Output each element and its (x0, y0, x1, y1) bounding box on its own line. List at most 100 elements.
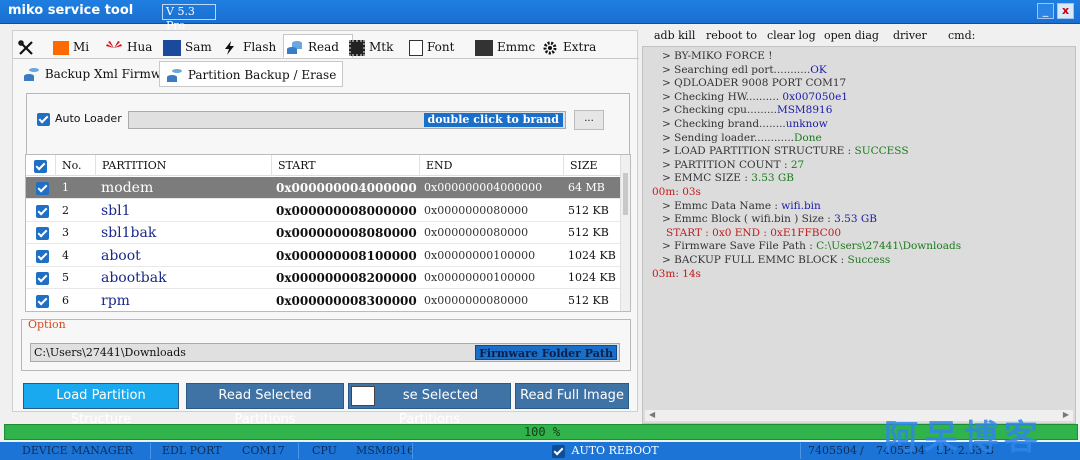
log-text: > PARTITION COUNT : (662, 158, 791, 171)
menu-reboot-to[interactable]: reboot to (706, 29, 757, 42)
edl-port-label: EDL PORT (162, 444, 222, 457)
partition-size: 512 KB (568, 293, 609, 307)
row-checkbox[interactable] (32, 177, 49, 199)
checkbox-icon (37, 112, 50, 126)
checkbox-icon (36, 182, 49, 195)
tab-label: Font (427, 40, 455, 54)
table-scrollbar[interactable] (620, 155, 630, 311)
skull-icon (351, 386, 375, 406)
table-header: No. PARTITION START END SIZE (26, 155, 622, 176)
table-row[interactable]: 1 modem 0x000000004000000 0x000000004000000… (26, 177, 622, 199)
log-line: > Checking HW.......... 0x007050e1 (662, 91, 848, 103)
select-all-checkbox[interactable] (26, 155, 56, 176)
device-manager-link[interactable]: DEVICE MANAGER (22, 444, 133, 457)
log-text: > QDLOADER 9008 PORT COM17 (662, 77, 847, 90)
scroll-left-icon[interactable]: ◀ (649, 410, 655, 419)
scroll-thumb[interactable] (623, 173, 628, 215)
log-line: > LOAD PARTITION STRUCTURE : SUCCESS (662, 145, 909, 157)
log-value: START : 0x0 END : 0xE1FFBC00 (666, 226, 842, 239)
log-line: > Searching edl port...........OK (662, 64, 827, 76)
option-label: Option (28, 318, 66, 331)
partition-size: 512 KB (568, 226, 609, 239)
brand-hint: double click to brand (423, 113, 563, 127)
folder-path-hint: Firmware Folder Path (475, 345, 617, 360)
partition-start: 0x000000008300000 (276, 293, 417, 308)
column-header[interactable]: No. (56, 155, 96, 176)
partition-number: 1 (62, 181, 69, 194)
tab-hua[interactable]: Hua (105, 35, 152, 59)
row-checkbox[interactable] (32, 245, 49, 267)
menu-clear-log[interactable]: clear log (767, 29, 816, 42)
cpu-value: MSM8916 (356, 444, 415, 457)
minimize-button[interactable]: _ (1037, 3, 1054, 19)
loader-group: Auto Loader double click to brand ... (26, 93, 630, 156)
tab-extra[interactable]: Extra (541, 35, 596, 59)
tab-label: Mtk (369, 40, 394, 54)
main-tabs: Mi Hua Sam Flash Read Mtk Font Emmc Extr… (13, 31, 639, 59)
column-header[interactable]: PARTITION (96, 155, 272, 176)
tab-tools[interactable] (17, 35, 39, 59)
log-line: 00m: 03s (652, 186, 701, 198)
log-console[interactable]: ◀ ▶ > BY-MIKO FORCE ! > Searching edl por… (642, 46, 1076, 424)
partition-name: sbl1 (101, 202, 131, 219)
partition-end: 0x0000000080000 (424, 203, 529, 217)
checkbox-icon (36, 249, 49, 263)
table-row[interactable]: 2 sbl1 0x000000008000000 0x0000000080000 512… (26, 200, 622, 222)
erase-selected-partitions-button[interactable]: se Selected Partitions (348, 383, 511, 427)
menu-cmd[interactable]: cmd: (948, 29, 975, 42)
log-value: OK (810, 63, 827, 76)
log-text: > Checking HW.......... (662, 90, 783, 103)
partition-number: 2 (62, 203, 69, 217)
browse-loader-button[interactable]: ... (574, 110, 604, 130)
partition-number: 3 (62, 226, 69, 239)
checkbox-icon (552, 444, 565, 458)
row-checkbox[interactable] (32, 267, 49, 289)
row-checkbox[interactable] (32, 222, 49, 244)
tools-icon (18, 39, 33, 55)
table-row[interactable]: 4 aboot 0x000000008100000 0x00000000100000 1… (26, 245, 622, 267)
loader-path-input[interactable]: double click to brand (128, 111, 566, 129)
read-selected-partitions-button[interactable]: Read Selected Partitions (186, 383, 344, 427)
tab-mtk[interactable]: Mtk (349, 35, 393, 59)
tab-sam[interactable]: Sam (163, 35, 212, 59)
log-text: > Searching edl port........... (662, 63, 811, 76)
auto-reboot-checkbox[interactable]: AUTO REBOOT (552, 444, 659, 458)
column-header[interactable]: SIZE (564, 155, 622, 176)
table-row[interactable]: 6 rpm 0x000000008300000 0x0000000080000 512 … (26, 290, 622, 312)
row-checkbox[interactable] (32, 290, 49, 312)
menu-adb-kill[interactable]: adb kill (654, 29, 695, 42)
log-value: 27 (790, 158, 805, 171)
log-line: > Emmc Data Name : wifi.bin (662, 200, 821, 212)
tab-emmc[interactable]: Emmc (475, 35, 535, 59)
partition-start: 0x000000008000000 (276, 203, 417, 218)
samsung-logo-icon (163, 39, 181, 56)
lightning-icon (225, 40, 234, 55)
menu-open-diag[interactable]: open diag (824, 29, 879, 42)
folder-path-input[interactable]: C:\Users\27441\Downloads Firmware Folder… (30, 343, 620, 362)
log-value: 3.53 GB (834, 213, 877, 226)
tab-font[interactable]: Font (409, 35, 454, 59)
table-row[interactable]: 3 sbl1bak 0x000000008080000 0x0000000080000… (26, 222, 622, 244)
emmc-chip-icon (475, 39, 493, 56)
row-checkbox[interactable] (32, 200, 49, 222)
transfer-count: 7405504 (808, 444, 857, 457)
partition-name: sbl1bak (101, 225, 157, 241)
menu-driver[interactable]: driver (893, 29, 927, 42)
column-header[interactable]: END (420, 155, 564, 176)
tab-label: Hua (127, 40, 153, 54)
partition-name: abootbak (101, 270, 167, 286)
tab-flash[interactable]: Flash (221, 35, 276, 59)
partition-start: 0x000000004000000 (276, 181, 417, 195)
table-row[interactable]: 5 abootbak 0x000000008200000 0x000000001000… (26, 267, 622, 289)
partition-end: 0x00000000100000 (424, 248, 536, 262)
log-text: > Emmc Block ( wifi.bin ) Size : (662, 213, 835, 226)
tab-read[interactable]: Read (283, 34, 353, 58)
auto-loader-checkbox[interactable]: Auto Loader (37, 112, 122, 126)
left-panel: Mi Hua Sam Flash Read Mtk Font Emmc Extr… (12, 30, 639, 427)
tab-mi[interactable]: Mi (53, 35, 89, 59)
close-button[interactable]: x (1057, 3, 1074, 19)
column-header[interactable]: START (272, 155, 420, 176)
read-full-image-button[interactable]: Read Full Image (515, 383, 629, 409)
load-partition-structure-button[interactable]: Load Partition Structure (23, 383, 179, 427)
subtab-partition-backup[interactable]: Partition Backup / Erase (159, 61, 344, 87)
